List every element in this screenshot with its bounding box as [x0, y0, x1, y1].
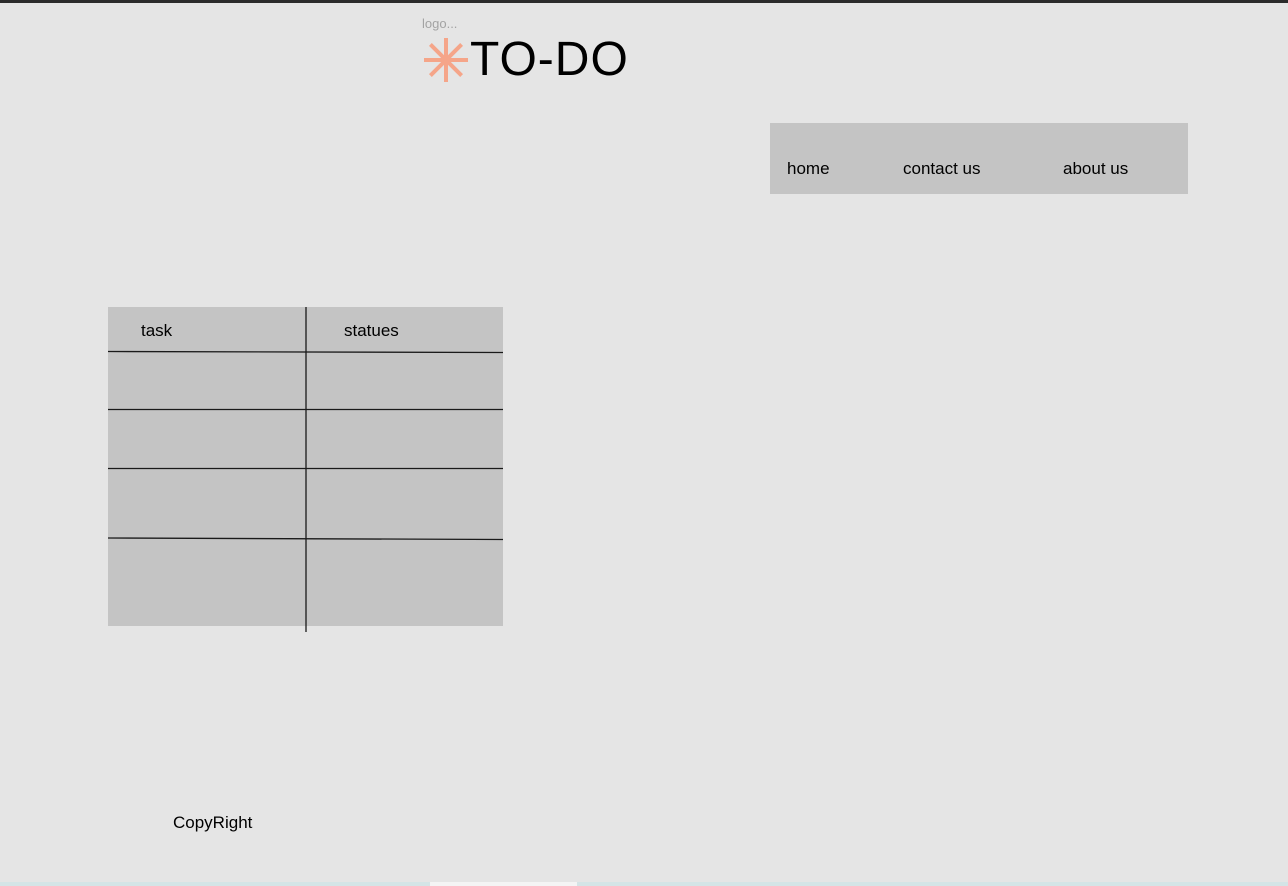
nav-link-home[interactable]: home [787, 159, 830, 179]
bottom-strip-highlight [430, 882, 577, 886]
table-cell-task[interactable] [108, 353, 305, 409]
logo-caption: logo... [422, 16, 458, 31]
logo[interactable]: TO-DO [420, 32, 629, 88]
table-row [108, 411, 503, 468]
asterisk-icon [424, 38, 468, 82]
logo-title: TO-DO [470, 33, 629, 86]
column-header-task: task [141, 321, 173, 340]
footer-copyright: CopyRight [173, 813, 253, 832]
table-cell-status[interactable] [307, 353, 503, 409]
column-header-statues: statues [344, 321, 399, 340]
bottom-strip [0, 882, 1288, 886]
nav-bar: home contact us about us [770, 123, 1188, 194]
top-border [0, 0, 1288, 3]
table-cell-task[interactable] [108, 470, 305, 537]
table-row [108, 470, 503, 537]
table-row [108, 353, 503, 409]
table-cell-task[interactable] [108, 540, 305, 626]
task-table: task statues [108, 307, 503, 632]
table-row [108, 540, 503, 626]
nav-link-contact-us[interactable]: contact us [903, 159, 981, 179]
table-cell-status[interactable] [307, 540, 503, 626]
table-cell-status[interactable] [307, 411, 503, 468]
nav-link-about-us[interactable]: about us [1063, 159, 1128, 179]
table-cell-status[interactable] [307, 470, 503, 537]
table-cell-task[interactable] [108, 411, 305, 468]
